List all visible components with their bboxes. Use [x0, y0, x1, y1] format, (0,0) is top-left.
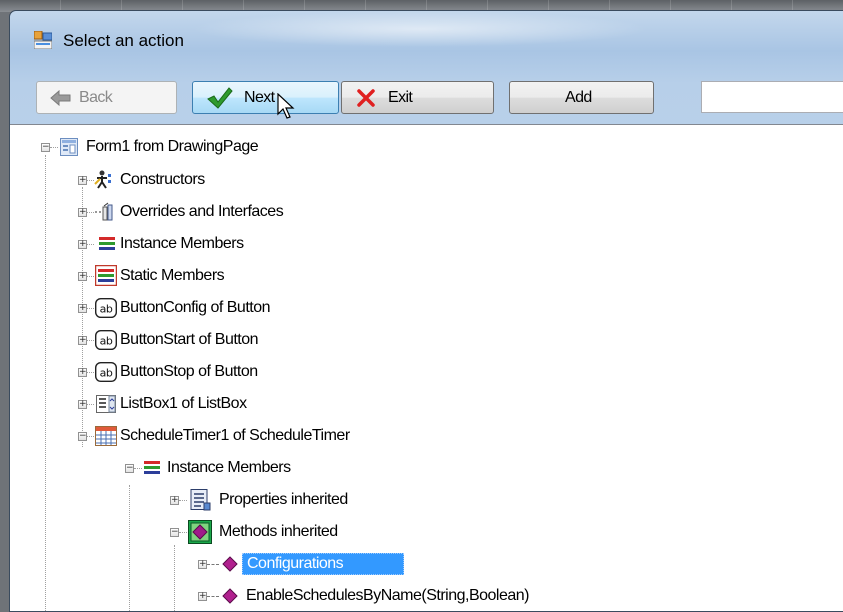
exit-button[interactable]: Exit: [341, 81, 494, 114]
listbox-icon: [96, 395, 116, 413]
textbox-ab-icon: ab: [95, 362, 117, 382]
expand-toggle[interactable]: +: [78, 176, 87, 185]
app-window-icon: [34, 31, 52, 49]
textbox-ab-icon: ab: [95, 330, 117, 350]
add-button[interactable]: Add: [509, 81, 654, 114]
expand-toggle[interactable]: +: [78, 336, 87, 345]
green-check-icon: [207, 87, 233, 109]
title-bar: Select an action: [10, 11, 843, 71]
tree-node-root[interactable]: − Form1 from DrawingPage: [10, 135, 510, 159]
tree-node-schedule-timer1[interactable]: − ScheduleTimer1 of ScheduleTimer: [10, 424, 510, 448]
tree-node-button-stop[interactable]: + ab ButtonStop of Button: [10, 360, 510, 384]
tree-node-label: Instance Members: [167, 459, 291, 476]
expand-toggle[interactable]: +: [198, 592, 207, 601]
tree-node-label: Methods inherited: [219, 523, 338, 540]
tree-node-label: Instance Members: [120, 235, 244, 252]
window-title: Select an action: [63, 31, 184, 50]
action-tree[interactable]: − Form1 from DrawingPage + Constructors …: [10, 124, 843, 611]
tree-node-button-start[interactable]: + ab ButtonStart of Button: [10, 328, 510, 352]
tree-node-button-config[interactable]: + ab ButtonConfig of Button: [10, 296, 510, 320]
tree-node-label: ButtonStart of Button: [120, 331, 259, 348]
constructors-icon: [94, 170, 111, 189]
collapse-toggle[interactable]: −: [41, 143, 50, 152]
properties-icon: [190, 489, 211, 511]
tree-node-label: EnableSchedulesByName(String,Boolean): [246, 587, 530, 604]
search-input[interactable]: [701, 81, 843, 113]
collapse-toggle[interactable]: −: [170, 528, 179, 537]
tree-node-label: ScheduleTimer1 of ScheduleTimer: [120, 427, 350, 444]
tree-node-properties-inherited[interactable]: + Properties inherited: [10, 488, 510, 512]
method-diamond-icon: [222, 556, 238, 572]
tree-node-overrides[interactable]: + Overrides and Interfaces: [10, 200, 510, 224]
instance-members-icon: [99, 237, 115, 250]
tree-node-static-members[interactable]: + Static Members: [10, 264, 510, 288]
tree-node-methods-inherited[interactable]: − Methods inherited: [10, 520, 510, 544]
tree-node-constructors[interactable]: + Constructors: [10, 168, 510, 192]
expand-toggle[interactable]: +: [78, 208, 87, 217]
collapse-toggle[interactable]: −: [78, 432, 87, 441]
tree-node-label: Form1 from DrawingPage: [86, 138, 259, 155]
expand-toggle[interactable]: +: [198, 560, 207, 569]
expand-toggle[interactable]: +: [78, 240, 87, 249]
method-diamond-icon: [222, 588, 238, 604]
instance-members-icon: [144, 461, 160, 474]
tree-node-label: ButtonConfig of Button: [120, 299, 271, 316]
next-button[interactable]: Next: [192, 81, 339, 114]
svg-text:ab: ab: [100, 335, 113, 348]
tree-node-configurations[interactable]: + Configurations: [10, 552, 510, 576]
textbox-ab-icon: ab: [95, 298, 117, 318]
tree-node-label: Static Members: [120, 267, 225, 284]
tree-node-label: Configurations: [247, 555, 344, 572]
expand-toggle[interactable]: +: [78, 272, 87, 281]
selection-highlight: Configurations: [242, 553, 404, 575]
methods-icon: [188, 520, 212, 544]
collapse-toggle[interactable]: −: [125, 464, 134, 473]
tree-node-label: Constructors: [120, 171, 205, 188]
tree-node-timer-instance-members[interactable]: − Instance Members: [10, 456, 510, 480]
exit-button-label: Exit: [388, 89, 413, 106]
static-members-icon: [95, 265, 117, 286]
overrides-icon: [95, 202, 113, 221]
back-button-label: Back: [79, 89, 113, 106]
svg-text:ab: ab: [100, 303, 113, 316]
mouse-cursor-icon: [277, 93, 295, 119]
red-x-icon: [357, 89, 375, 107]
tree-node-label: ListBox1 of ListBox: [120, 395, 247, 412]
next-button-label: Next: [244, 89, 275, 106]
form-icon: [60, 138, 78, 156]
toolbar: Back Next Exit Add: [22, 81, 843, 119]
expand-toggle[interactable]: +: [170, 496, 179, 505]
svg-text:ab: ab: [100, 367, 113, 380]
calendar-icon: [95, 426, 117, 446]
expand-toggle[interactable]: +: [78, 368, 87, 377]
tree-node-label: Overrides and Interfaces: [120, 203, 284, 220]
back-arrow-icon: [50, 90, 71, 106]
tree-node-enable-schedules[interactable]: + EnableSchedulesByName(String,Boolean): [10, 584, 710, 608]
back-button[interactable]: Back: [36, 81, 177, 114]
expand-toggle[interactable]: +: [78, 400, 87, 409]
tree-node-label: ButtonStop of Button: [120, 363, 258, 380]
tree-node-instance-members[interactable]: + Instance Members: [10, 232, 510, 256]
dialog-window: Select an action Back Next Exit Add − Fo…: [9, 10, 843, 612]
tree-node-label: Properties inherited: [219, 491, 348, 508]
tree-node-listbox1[interactable]: + ListBox1 of ListBox: [10, 392, 510, 416]
expand-toggle[interactable]: +: [78, 304, 87, 313]
add-button-label: Add: [565, 89, 592, 106]
